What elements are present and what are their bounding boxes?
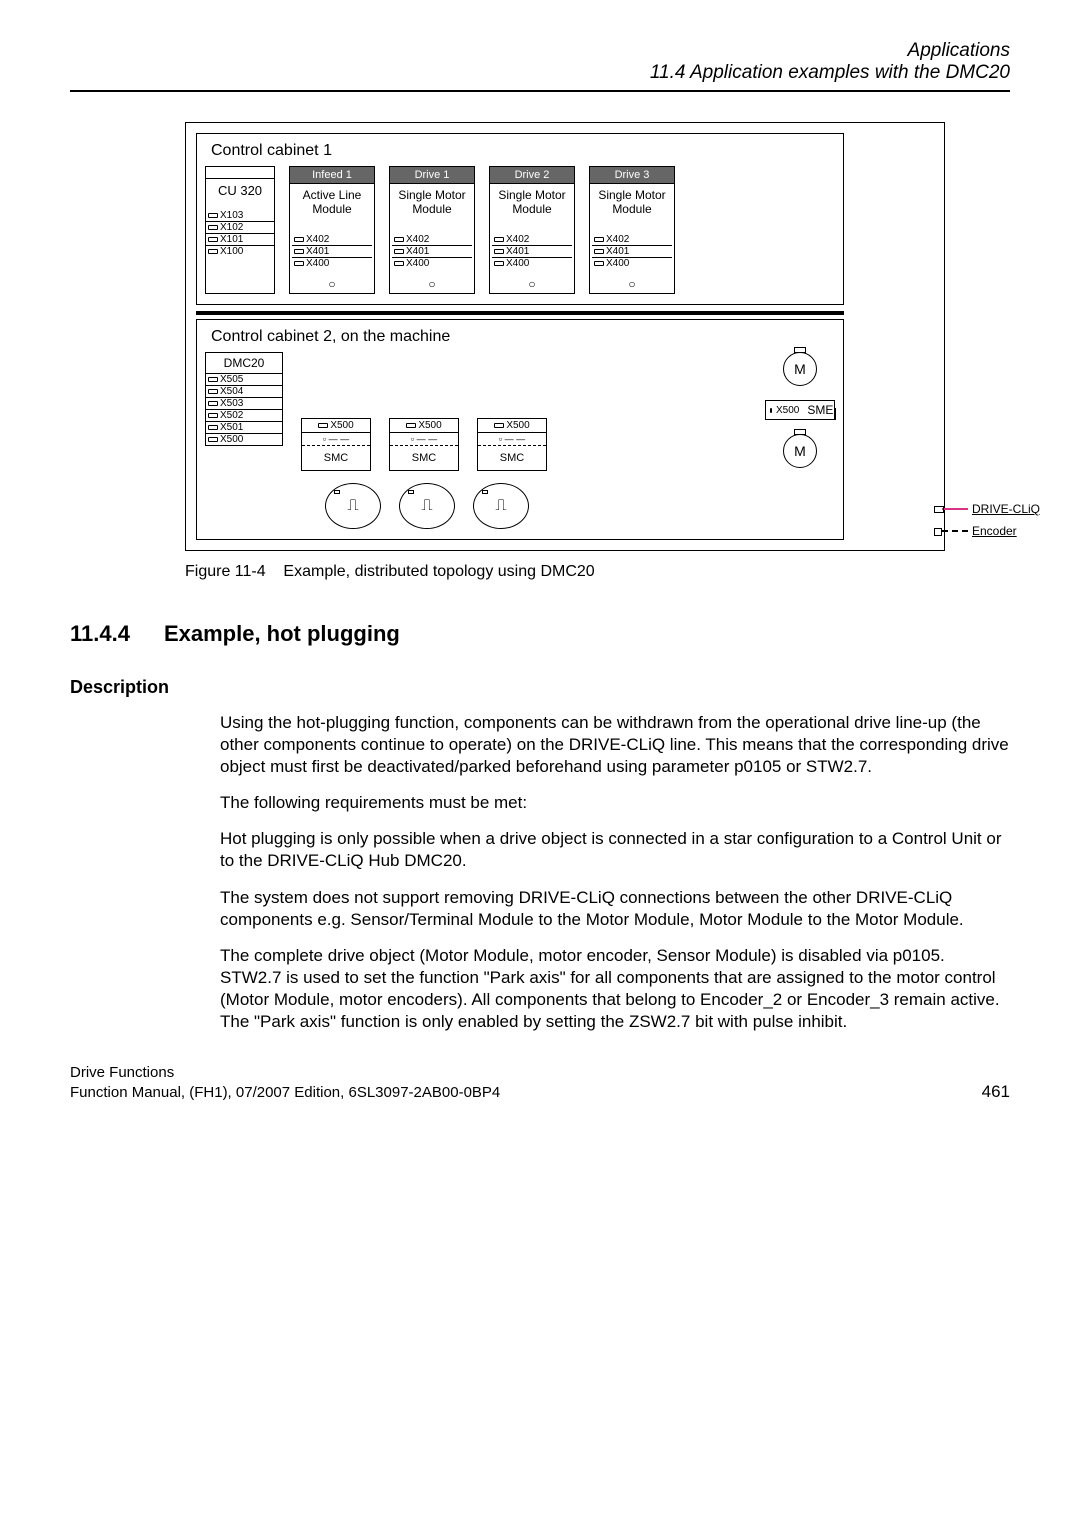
module-port: X402	[492, 234, 572, 246]
cu320-label: CU 320	[206, 179, 274, 202]
module-port: X402	[592, 234, 672, 246]
module-port: X401	[392, 246, 472, 258]
motor-m-icon: M	[783, 434, 817, 468]
header-breadcrumb: 11.4 Application examples with the DMC20	[70, 62, 1010, 84]
paragraph: The system does not support removing DRI…	[220, 887, 1010, 931]
diagram-legend: DRIVE-CLiQ Encoder	[942, 502, 1040, 538]
figure-caption: Figure 11-4 Example, distributed topolog…	[185, 563, 1010, 581]
motor-icon: ⎍	[473, 483, 529, 529]
motor-m-icon: M	[783, 352, 817, 386]
module-drive2: Drive 2 Single Motor Module X402 X401 X4…	[489, 166, 575, 294]
module-port: X400	[292, 258, 372, 269]
dmc-port: X501	[206, 422, 282, 434]
cu320-box: CU 320 X103 X102 X101 X100	[205, 166, 275, 294]
module-label: Drive 3	[589, 166, 675, 184]
dmc-port: X505	[206, 374, 282, 386]
footer-title: Drive Functions	[70, 1063, 500, 1083]
module-label: Infeed 1	[289, 166, 375, 184]
module-infeed1: Infeed 1 Active Line Module X402 X401 X4…	[289, 166, 375, 294]
paragraph: The following requirements must be met:	[220, 792, 1010, 814]
sme-box: X500 SME	[765, 400, 835, 420]
dmc-port: X500	[206, 434, 282, 445]
module-drive1: Drive 1 Single Motor Module X402 X401 X4…	[389, 166, 475, 294]
legend-encoder: Encoder	[972, 524, 1017, 538]
dmc-port: X502	[206, 410, 282, 422]
module-port: X402	[292, 234, 372, 246]
smc-box: X500 ▫ — — SMC	[477, 418, 547, 471]
dot-icon: ○	[292, 277, 372, 291]
footer-edition: Function Manual, (FH1), 07/2007 Edition,…	[70, 1083, 500, 1103]
smc-box: X500 ▫ — — SMC	[301, 418, 371, 471]
paragraph: Hot plugging is only possible when a dri…	[220, 828, 1010, 872]
dmc20-box: DMC20 X505 X504 X503 X502 X501 X500	[205, 352, 283, 446]
cu-port: X100	[206, 246, 274, 257]
module-port: X400	[392, 258, 472, 269]
topology-diagram: Control cabinet 1 CU 320 X103 X102 X101 …	[185, 122, 945, 551]
dot-icon: ○	[592, 277, 672, 291]
dmc-port: X503	[206, 398, 282, 410]
control-cabinet-1: Control cabinet 1 CU 320 X103 X102 X101 …	[196, 133, 844, 305]
section-number: 11.4.4	[70, 621, 130, 647]
dot-icon: ○	[392, 277, 472, 291]
module-name: Single Motor Module	[592, 188, 672, 232]
module-port: X400	[592, 258, 672, 269]
page-number: 461	[982, 1082, 1010, 1102]
dmc-port: X504	[206, 386, 282, 398]
module-name: Single Motor Module	[392, 188, 472, 232]
cu-port: X103	[206, 210, 274, 222]
cabinet1-title: Control cabinet 1	[211, 142, 835, 160]
module-port: X401	[592, 246, 672, 258]
motor-icon: ⎍	[399, 483, 455, 529]
module-name: Single Motor Module	[492, 188, 572, 232]
control-cabinet-2: Control cabinet 2, on the machine DMC20 …	[196, 319, 844, 540]
module-label: Drive 1	[389, 166, 475, 184]
cabinet-divider	[196, 311, 844, 315]
motor-icon: ⎍	[325, 483, 381, 529]
cu-port: X101	[206, 234, 274, 246]
cabinet2-title: Control cabinet 2, on the machine	[211, 328, 835, 346]
section-title: Example, hot plugging	[164, 621, 400, 647]
module-drive3: Drive 3 Single Motor Module X402 X401 X4…	[589, 166, 675, 294]
dmc20-label: DMC20	[206, 353, 282, 374]
module-name: Active Line Module	[292, 188, 372, 232]
paragraph: The complete drive object (Motor Module,…	[220, 945, 1010, 1033]
module-label: Drive 2	[489, 166, 575, 184]
module-port: X400	[492, 258, 572, 269]
cu-port: X102	[206, 222, 274, 234]
module-port: X401	[492, 246, 572, 258]
page-footer: Drive Functions Function Manual, (FH1), …	[70, 1063, 1010, 1102]
smc-box: X500 ▫ — — SMC	[389, 418, 459, 471]
header-divider	[70, 90, 1010, 92]
module-port: X401	[292, 246, 372, 258]
description-heading: Description	[70, 677, 1010, 698]
header-category: Applications	[70, 40, 1010, 62]
module-port: X402	[392, 234, 472, 246]
dot-icon: ○	[492, 277, 572, 291]
legend-drivecliq: DRIVE-CLiQ	[972, 502, 1040, 516]
paragraph: Using the hot-plugging function, compone…	[220, 712, 1010, 778]
